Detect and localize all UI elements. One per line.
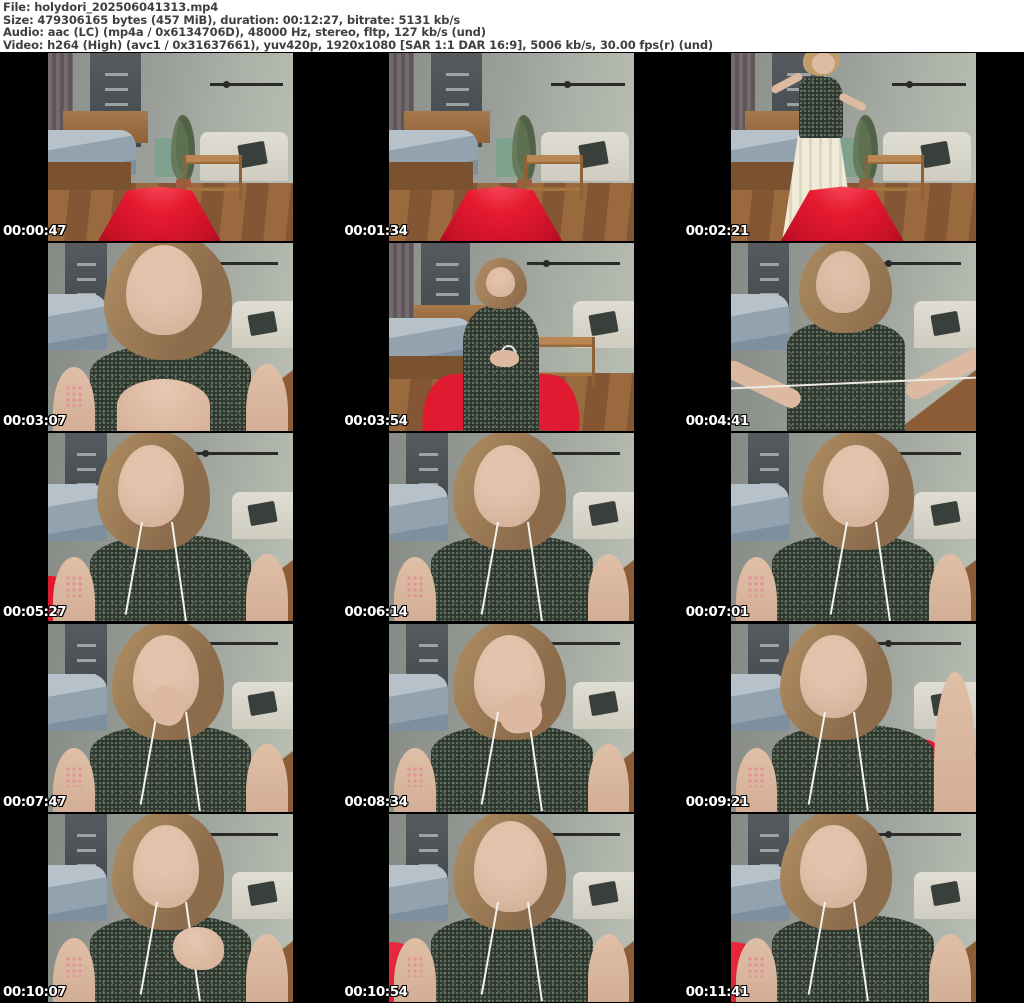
pillow-shape bbox=[247, 310, 278, 336]
torso-shape bbox=[787, 322, 905, 432]
thumbnail-cell[interactable]: 00:07:47 bbox=[0, 622, 342, 813]
video-frame-preview bbox=[48, 623, 293, 812]
bed-shape bbox=[730, 484, 790, 541]
bed-shape bbox=[389, 484, 449, 541]
right-arm-shape bbox=[246, 934, 289, 1002]
bed-base-shape bbox=[389, 162, 473, 191]
curtain-rail-shape bbox=[867, 640, 961, 648]
timestamp-label: 00:04:41 bbox=[685, 413, 750, 430]
face-shape bbox=[473, 444, 540, 528]
curtain-rail-shape bbox=[526, 259, 620, 267]
hand-shape bbox=[116, 378, 210, 432]
torso-shape bbox=[462, 305, 539, 432]
bed-shape bbox=[48, 674, 107, 731]
bed-shape bbox=[48, 293, 107, 351]
thumbnail-cell[interactable]: 00:04:41 bbox=[682, 242, 1024, 433]
pillow-shape bbox=[929, 500, 961, 526]
thumbnail-cell[interactable]: 00:01:34 bbox=[341, 52, 683, 243]
right-arm-shape bbox=[902, 343, 976, 402]
bed-base-shape bbox=[48, 162, 132, 191]
face-shape bbox=[486, 266, 516, 297]
curtain-rail-shape bbox=[551, 81, 625, 89]
video-frame-preview bbox=[389, 433, 635, 622]
thumbnail-cell[interactable]: 00:07:01 bbox=[682, 432, 1024, 623]
thumbnail-cell[interactable]: 00:03:54 bbox=[341, 242, 683, 433]
face-shape bbox=[800, 634, 867, 718]
video-frame-preview bbox=[730, 433, 976, 622]
video-frame-preview bbox=[389, 243, 635, 432]
timestamp-label: 00:10:07 bbox=[3, 983, 67, 1000]
video-frame-preview bbox=[48, 433, 293, 622]
thumbnail-cell[interactable]: 00:00:47 bbox=[0, 52, 342, 243]
right-arm-shape bbox=[246, 363, 289, 432]
pillow-shape bbox=[588, 310, 619, 336]
timestamp-label: 00:03:07 bbox=[3, 413, 67, 430]
timestamp-label: 00:08:34 bbox=[344, 793, 408, 810]
timestamp-label: 00:07:47 bbox=[3, 793, 67, 810]
bed-shape bbox=[389, 864, 449, 921]
file-name-line: File: holydori_202506041313.mp4 bbox=[3, 0, 219, 14]
video-frame-preview bbox=[730, 623, 976, 812]
video-frame-preview bbox=[389, 813, 635, 1002]
video-frame-preview bbox=[389, 53, 635, 241]
thumbnail-cell[interactable]: 00:05:27 bbox=[0, 432, 342, 623]
timestamp-label: 00:10:54 bbox=[344, 983, 408, 1000]
face-shape bbox=[822, 444, 889, 528]
video-contact-sheet: File: holydori_202506041313.mp4 Size: 47… bbox=[0, 0, 1024, 1003]
video-frame-preview bbox=[730, 243, 976, 432]
bed-shape bbox=[48, 864, 107, 921]
right-arm-shape bbox=[246, 743, 289, 812]
thumbnail-cell[interactable]: 00:10:54 bbox=[341, 812, 683, 1003]
video-frame-preview bbox=[48, 243, 293, 432]
curtain-rail-shape bbox=[892, 81, 966, 89]
video-info-line: Video: h264 (High) (avc1 / 0x31637661), … bbox=[3, 38, 714, 53]
timestamp-label: 00:02:21 bbox=[685, 223, 750, 240]
right-arm-shape bbox=[587, 743, 630, 812]
face-shape bbox=[473, 821, 548, 912]
bed-shape bbox=[730, 293, 790, 351]
right-arm-shape bbox=[246, 553, 289, 622]
thumbnail-cell[interactable]: 00:11:41 bbox=[682, 812, 1024, 1003]
file-metadata-header: File: holydori_202506041313.mp4 Size: 47… bbox=[0, 0, 1024, 52]
timestamp-label: 00:09:21 bbox=[685, 793, 750, 810]
timestamp-label: 00:06:14 bbox=[344, 603, 408, 620]
thumbnail-cell[interactable]: 00:03:07 bbox=[0, 242, 342, 433]
right-arm-shape bbox=[929, 553, 971, 622]
video-frame-preview bbox=[730, 813, 976, 1002]
right-arm-shape bbox=[587, 553, 630, 622]
pillow-shape bbox=[929, 310, 961, 336]
timestamp-label: 00:07:01 bbox=[685, 603, 750, 620]
thumbnail-cell[interactable]: 00:10:07 bbox=[0, 812, 342, 1003]
hand-shape bbox=[489, 350, 520, 368]
timestamp-label: 00:01:34 bbox=[344, 223, 408, 240]
timestamp-label: 00:03:54 bbox=[344, 413, 408, 430]
face-shape bbox=[132, 825, 199, 908]
thumbnail-cell[interactable]: 00:09:21 bbox=[682, 622, 1024, 813]
video-frame-preview bbox=[389, 623, 635, 812]
video-frame-preview bbox=[730, 53, 976, 241]
bed-shape bbox=[389, 674, 449, 731]
thumbnail-cell[interactable]: 00:02:21 bbox=[682, 52, 1024, 243]
right-arm-shape bbox=[929, 934, 971, 1002]
curtain-rail-shape bbox=[209, 81, 284, 89]
torso-shape bbox=[799, 77, 844, 138]
right-arm-shape bbox=[587, 934, 630, 1002]
video-frame-preview bbox=[48, 813, 293, 1002]
timestamp-label: 00:05:27 bbox=[3, 603, 67, 620]
face-shape bbox=[117, 444, 184, 528]
face-shape bbox=[800, 825, 867, 908]
hand-shape bbox=[172, 926, 225, 970]
thumbnail-cell[interactable]: 00:06:14 bbox=[341, 432, 683, 623]
video-frame-preview bbox=[48, 53, 293, 241]
thumbnail-grid: 00:00:47 00:01:34 00:02:21 00:03:07 00:0… bbox=[0, 52, 1024, 1003]
face-shape bbox=[811, 53, 835, 74]
timestamp-label: 00:11:41 bbox=[685, 983, 750, 1000]
thumbnail-cell[interactable]: 00:08:34 bbox=[341, 622, 683, 813]
timestamp-label: 00:00:47 bbox=[3, 223, 67, 240]
curtain-rail-shape bbox=[185, 450, 279, 458]
curtain-rail-shape bbox=[867, 830, 961, 838]
